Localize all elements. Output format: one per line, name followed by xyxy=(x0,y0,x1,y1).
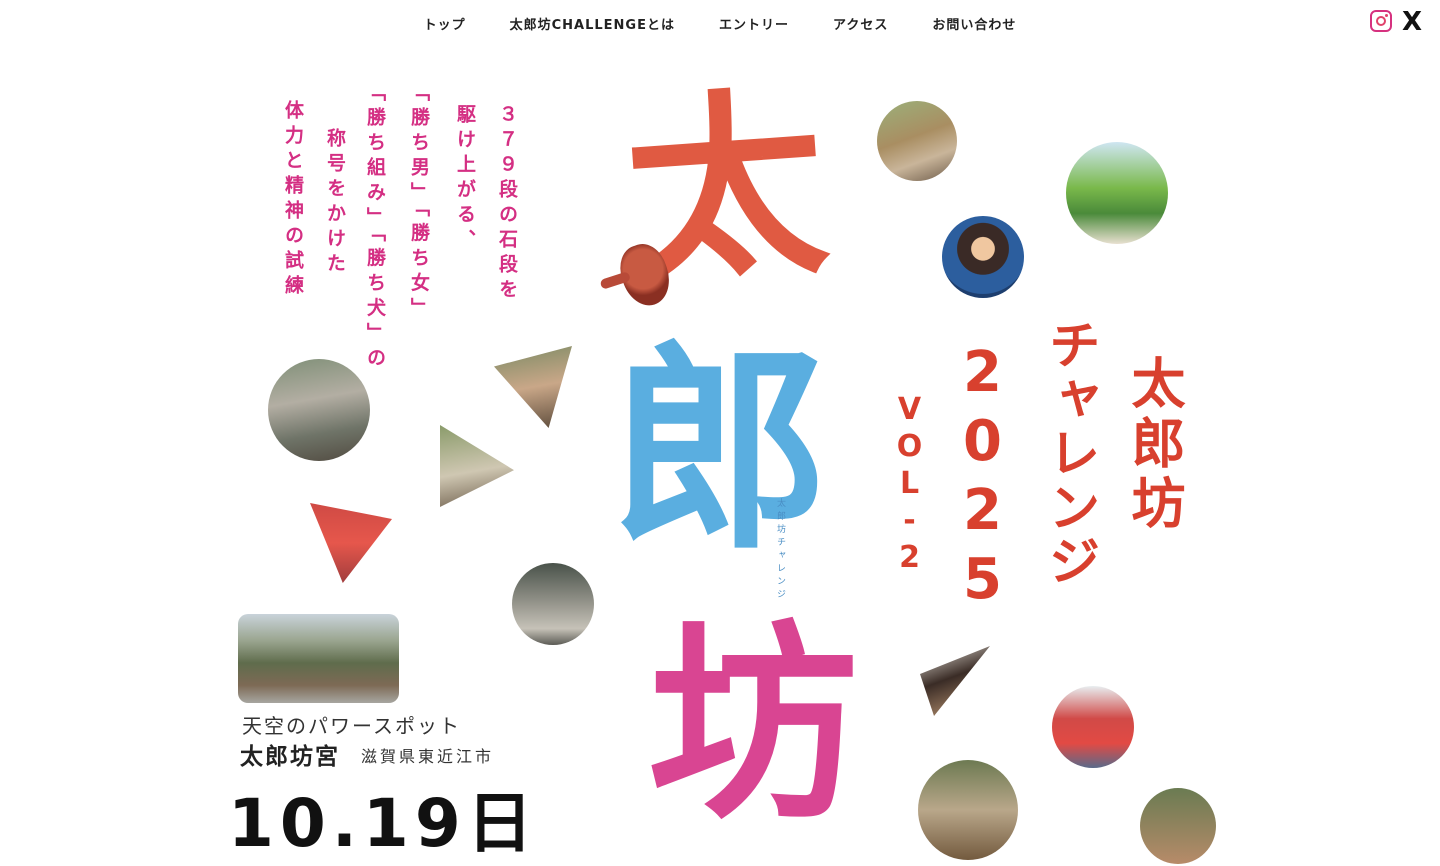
photo-runner-climb xyxy=(918,760,1018,860)
event-title-challenge: チャレンジ xyxy=(1039,318,1099,588)
photo-triangle-man xyxy=(920,646,990,716)
venue-name: 太郎坊宮 xyxy=(240,744,340,770)
nav-about[interactable]: 太郎坊CHALLENGEとは xyxy=(510,14,675,36)
tagline-line-3: 「勝ち男」「勝ち女」 xyxy=(408,82,430,323)
nav-access[interactable]: アクセス xyxy=(833,14,888,36)
venue-location: 滋賀県東近江市 xyxy=(361,747,495,766)
top-nav: トップ 太郎坊CHALLENGEとは エントリー アクセス お問い合わせ xyxy=(0,14,1440,36)
photo-runner-stairs xyxy=(268,359,370,461)
venue-catch: 天空のパワースポット xyxy=(242,714,461,738)
photo-girl-medal xyxy=(942,216,1024,298)
shrine-photo xyxy=(238,614,399,703)
instagram-icon[interactable] xyxy=(1369,10,1392,32)
event-title-year: 2025 xyxy=(950,340,1015,616)
tagline-line-6: 体力と精神の試練 xyxy=(282,100,304,300)
photo-triangle-runner xyxy=(494,346,572,428)
photo-triangle-stairs xyxy=(440,425,514,507)
event-title-name: 太郎坊 xyxy=(1122,355,1185,535)
photo-triangle-team xyxy=(310,503,392,583)
photo-stone-steps xyxy=(512,563,594,645)
event-date: 10.19日 xyxy=(228,785,539,862)
x-icon[interactable]: X xyxy=(1402,9,1422,35)
tagline-line-4: 「勝ち組み」「勝ち犬」の xyxy=(364,82,386,373)
photo-runner-green xyxy=(1066,142,1168,244)
logo-char-ro: 郎 xyxy=(610,320,831,579)
photo-award-girl xyxy=(1052,686,1134,768)
tagline-line-2: 駆け上がる、 xyxy=(454,104,476,254)
nav-top[interactable]: トップ xyxy=(424,14,466,36)
nav-entry[interactable]: エントリー xyxy=(719,14,789,36)
photo-kids-group xyxy=(877,101,957,181)
logo-char-bo: 坊 xyxy=(648,601,859,848)
nav-contact[interactable]: お問い合わせ xyxy=(932,14,1016,36)
logo-subtitle: 太郎坊チャレンジ xyxy=(775,498,785,602)
event-title-vol: VOL-2 xyxy=(892,392,927,577)
social-links: X xyxy=(1369,9,1422,35)
photo-runner-bottom xyxy=(1140,788,1216,864)
tagline-line-5: 称号をかけた xyxy=(324,128,346,278)
tagline-line-1: ３７９段の石段を xyxy=(496,104,518,304)
